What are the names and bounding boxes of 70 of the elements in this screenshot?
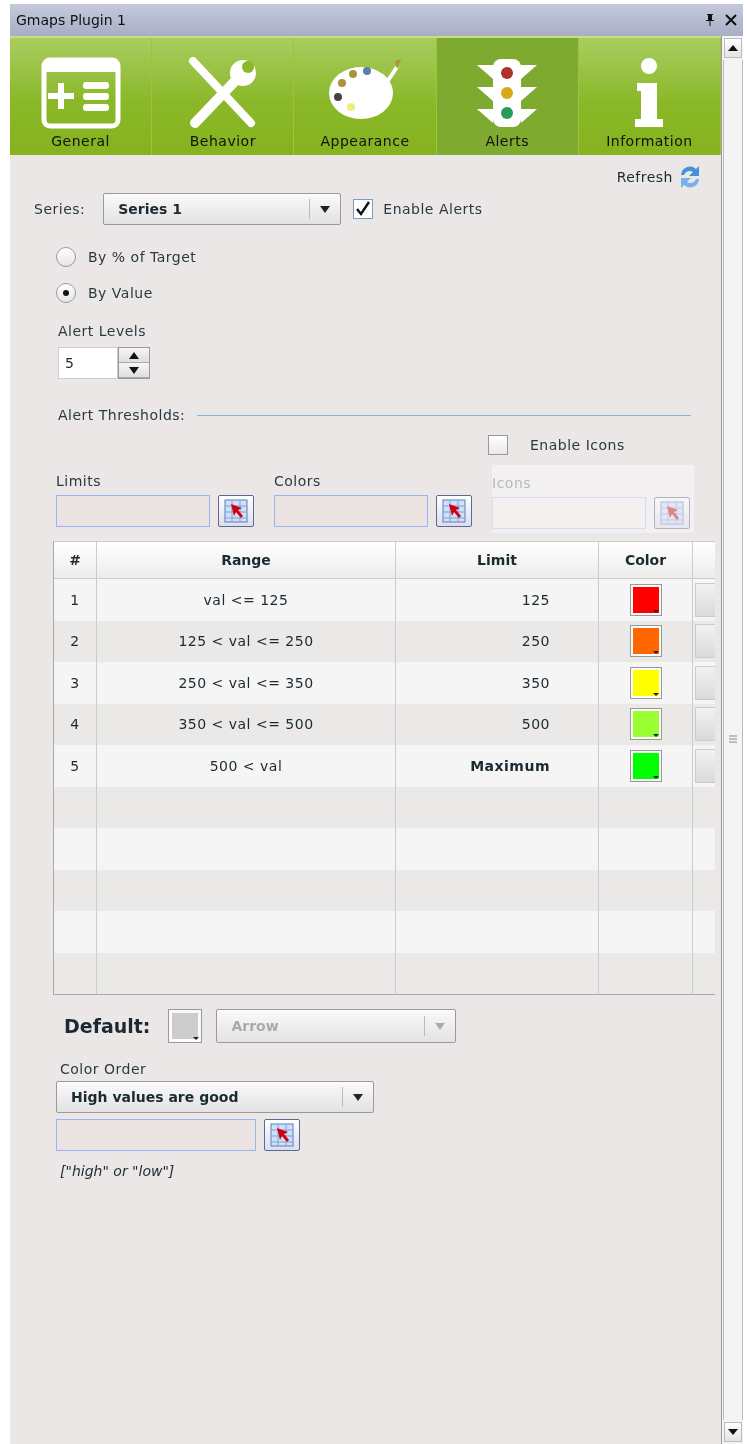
enable-alerts-label: Enable Alerts <box>383 201 483 217</box>
color-swatch-button[interactable] <box>629 666 662 699</box>
table-cell: val <= 125 <box>97 579 396 621</box>
table-cell: 350 <box>521 674 550 691</box>
picker-label: Icons <box>492 475 533 491</box>
cell-picker-button[interactable] <box>218 495 254 527</box>
table-cell: 1 <box>54 579 97 621</box>
spinner-buttons[interactable] <box>118 347 150 379</box>
color-swatch-button[interactable] <box>629 708 662 741</box>
alert-thresholds-label: Alert Thresholds: <box>58 407 186 423</box>
input-field[interactable] <box>56 1119 256 1151</box>
table-cell: Maximum <box>470 757 550 774</box>
scroll-up-icon[interactable] <box>727 45 738 51</box>
row-button[interactable] <box>695 582 715 617</box>
color-swatch-button[interactable] <box>629 749 662 782</box>
default-label: Default: <box>64 1015 151 1037</box>
row-button[interactable] <box>695 624 715 659</box>
row-button[interactable] <box>695 748 715 783</box>
column-header[interactable]: Range <box>97 542 396 578</box>
color-swatch-button[interactable] <box>629 583 662 616</box>
enable-alerts-checkbox[interactable] <box>353 199 374 219</box>
input-field[interactable] <box>56 495 210 527</box>
column-header[interactable]: Limit <box>396 542 599 578</box>
table-cell: 5 <box>54 745 97 787</box>
color-swatch-button[interactable] <box>629 625 662 658</box>
refresh-link[interactable]: Refresh <box>616 169 673 185</box>
alert-levels-field[interactable]: 5 <box>58 347 118 379</box>
radio-button[interactable] <box>56 247 76 267</box>
table-cell: 250 < val <= 350 <box>97 662 396 704</box>
input-field[interactable] <box>274 495 428 527</box>
radio-label: By Value <box>88 285 153 301</box>
radio-button[interactable] <box>56 283 76 303</box>
picker-label: Colors <box>274 473 322 489</box>
enable-icons-label: Enable Icons <box>530 437 625 453</box>
enable-icons-checkbox[interactable] <box>488 435 508 455</box>
column-header[interactable]: # <box>54 542 97 578</box>
radio-label: By % of Target <box>88 249 197 265</box>
tab[interactable]: Appearance <box>294 38 437 155</box>
caret-icon <box>320 205 331 213</box>
row-button[interactable] <box>695 665 715 700</box>
scroll-down-icon[interactable] <box>727 1429 738 1435</box>
color-order-dropdown[interactable]: High values are good <box>56 1081 374 1113</box>
table-cell: 125 <box>521 591 550 608</box>
picker-label: Limits <box>56 473 102 489</box>
grip-icon[interactable] <box>728 735 737 745</box>
caret-icon <box>435 1022 446 1030</box>
window-title: Gmaps Plugin 1 <box>16 12 127 28</box>
color-order-label: Color Order <box>60 1061 147 1077</box>
cell-picker-button[interactable] <box>264 1119 300 1151</box>
caret-icon <box>353 1093 363 1101</box>
row-button[interactable] <box>695 707 715 742</box>
tab[interactable]: Information <box>578 38 721 155</box>
table-cell: 500 < val <box>97 745 396 787</box>
hint-text: ["high" or "low"] <box>60 1163 175 1179</box>
color-swatch-button[interactable] <box>168 1009 203 1043</box>
pin-icon[interactable] <box>705 14 715 26</box>
series-label: Series: <box>34 201 86 217</box>
table-cell: 250 <box>521 633 550 650</box>
table-cell: 3 <box>54 662 97 704</box>
cell-picker-button[interactable] <box>436 495 472 527</box>
scrollbar[interactable] <box>721 36 743 1444</box>
window-form-icon <box>40 57 121 129</box>
tab[interactable]: General <box>10 38 153 155</box>
column-header[interactable]: Color <box>599 542 693 578</box>
alert-levels-label: Alert Levels <box>58 323 148 339</box>
tab[interactable]: Alerts <box>436 38 579 155</box>
series-dropdown[interactable]: Series 1 <box>103 193 342 225</box>
close-icon[interactable] <box>725 14 737 26</box>
table-cell: 500 <box>521 716 550 733</box>
tab[interactable]: Behavior <box>152 38 295 155</box>
